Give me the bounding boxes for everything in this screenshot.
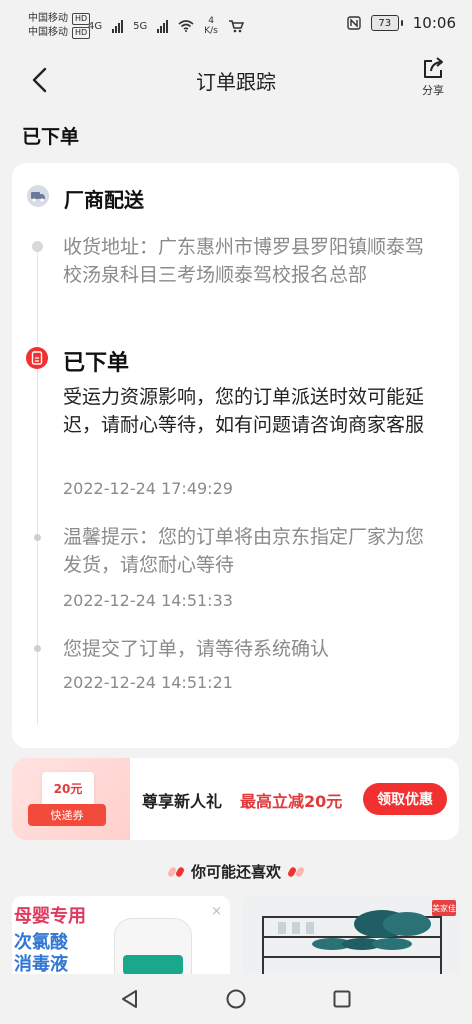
truck-icon <box>27 185 49 207</box>
nav-recent-button[interactable] <box>329 986 355 1012</box>
product-image: 美家佳 <box>242 896 460 974</box>
header: 订单跟踪 分享 <box>0 52 472 108</box>
carrier-1-label: 中国移动 <box>28 13 68 24</box>
product-promo: 母婴专用 <box>14 906 86 927</box>
nav-recent-icon <box>333 990 351 1008</box>
nfc-icon <box>347 16 361 30</box>
product-subtitle: 次氯酸 消毒液 <box>14 932 68 974</box>
network-type-label: 4G <box>88 20 103 32</box>
product-image <box>114 918 192 974</box>
status-right: 73 10:06 <box>347 14 456 32</box>
carrier-2-label: 中国移动 <box>28 27 68 38</box>
coupon-highlight: 最高立减20元 <box>240 792 343 811</box>
event-time: 2022-12-24 17:49:29 <box>63 479 233 498</box>
network-type-2-label: 5G <box>133 20 148 32</box>
dish-rack-image <box>242 896 460 974</box>
timeline-dot <box>34 534 41 541</box>
recommend-heading: 你可能还喜欢 <box>0 861 472 882</box>
nav-home-button[interactable] <box>223 986 249 1012</box>
share-label: 分享 <box>422 84 444 97</box>
speed-unit: K/s <box>204 26 218 36</box>
product-subtitle-line: 消毒液 <box>14 954 68 974</box>
wifi-icon <box>178 20 194 32</box>
order-icon <box>26 347 48 369</box>
clock: 10:06 <box>412 14 456 32</box>
timeline-line <box>37 245 38 725</box>
decoration-icon <box>286 865 306 878</box>
timeline-dot <box>34 645 41 652</box>
nav-back-icon <box>122 990 137 1008</box>
system-nav-bar <box>0 974 472 1024</box>
product-subtitle-line: 次氯酸 <box>14 932 68 953</box>
order-status-title: 已下单 <box>22 126 80 148</box>
delivery-title: 厂商配送 <box>64 188 144 212</box>
coupon-title: 尊享新人礼 <box>142 792 223 811</box>
event-text: 受运力资源影响，您的订单派送时效可能延迟，请耐心等待，如有问题请咨询商家客服 <box>63 386 425 436</box>
tracking-card: 厂商配送 收货地址：广东惠州市博罗县罗阳镇顺泰驾校汤泉科目三考场顺泰驾校报名总部… <box>12 163 459 748</box>
timeline-dot <box>32 241 43 252</box>
decoration-icon <box>166 865 186 878</box>
battery-icon: 73 <box>370 15 403 31</box>
product-card[interactable]: 美家佳 <box>242 896 460 974</box>
coupon-ticket: 快递券 <box>28 804 106 826</box>
battery-level: 73 <box>370 15 399 31</box>
coupon-banner[interactable]: 20元 快递券 尊享新人礼 最高立减20元 领取优惠 <box>12 758 459 840</box>
event-text: 温馨提示：您的订单将由京东指定厂家为您发货，请您耐心等待 <box>63 526 425 576</box>
share-button[interactable]: 分享 <box>416 56 450 106</box>
recommend-heading-text: 你可能还喜欢 <box>190 863 281 881</box>
speed-value: 4 <box>208 16 214 26</box>
product-card[interactable]: 母婴专用 次氯酸 消毒液 × <box>12 896 230 974</box>
speed-indicator: 4 K/s <box>204 16 218 36</box>
status-bar: 中国移动 HD 中国移动 HD 4G 5G 4 K/s 73 10:06 <box>0 0 472 52</box>
close-icon[interactable]: × <box>211 904 222 919</box>
event-text: 您提交了订单，请等待系统确认 <box>63 638 330 660</box>
share-icon <box>424 57 443 78</box>
shipping-address: 收货地址：广东惠州市博罗县罗阳镇顺泰驾校汤泉科目三考场顺泰驾校报名总部 <box>63 236 425 286</box>
signal-icon <box>112 19 124 33</box>
event-time: 2022-12-24 14:51:33 <box>63 591 233 610</box>
page-title: 订单跟踪 <box>196 70 276 94</box>
coupon-graphic: 20元 快递券 <box>12 758 130 840</box>
nav-back-button[interactable] <box>117 986 143 1012</box>
brand-badge: 美家佳 <box>432 900 456 916</box>
ordered-title: 已下单 <box>63 351 130 376</box>
coupon-amount: 20元 <box>53 782 83 796</box>
network-indicators: 4G 5G 4 K/s <box>88 16 244 36</box>
claim-coupon-button[interactable]: 领取优惠 <box>363 783 447 815</box>
nav-home-icon <box>226 989 246 1009</box>
signal-icon-2 <box>157 19 169 33</box>
cart-icon <box>228 20 244 33</box>
carrier-info: 中国移动 HD 中国移动 HD <box>28 12 91 40</box>
event-time: 2022-12-24 14:51:21 <box>63 673 233 692</box>
